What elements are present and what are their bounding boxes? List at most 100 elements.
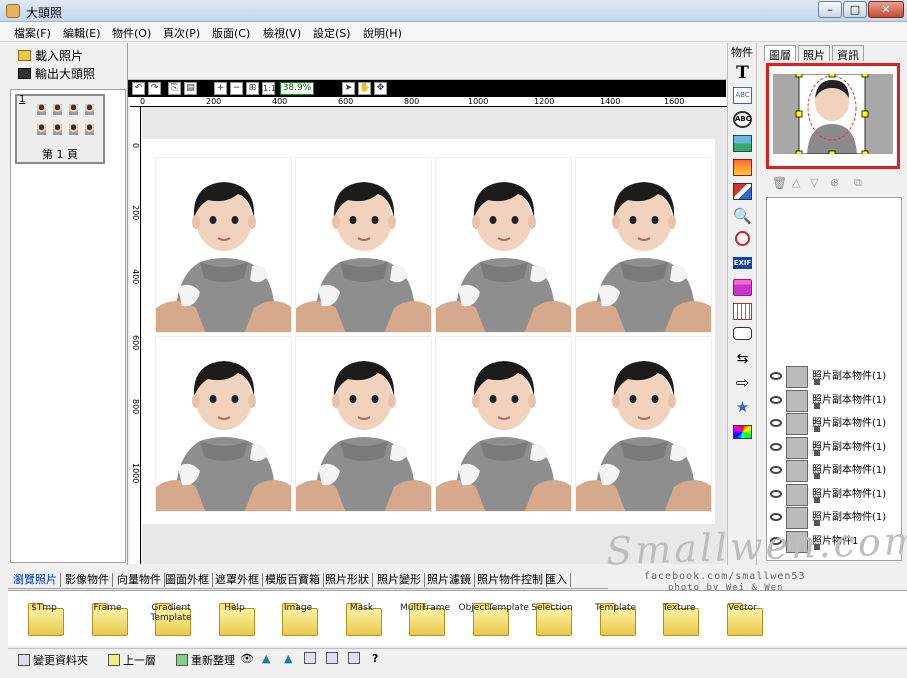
arrows-icon[interactable]: ⇆ (733, 351, 752, 368)
folder-item[interactable]: Mask (332, 594, 392, 644)
resource-tab[interactable]: 瀏覽照片 (10, 573, 61, 587)
resource-tab[interactable]: 向量物件 (114, 573, 165, 587)
zoom-level[interactable]: 38.9% (280, 82, 314, 95)
export-photo-button[interactable]: 輸出大頭照 (18, 65, 95, 82)
sunset-image-icon[interactable] (733, 159, 752, 176)
view-medium-icon[interactable] (326, 652, 341, 665)
paste-icon[interactable]: ▤ (184, 82, 197, 95)
fit-page-icon[interactable]: ⊞ (246, 82, 259, 95)
passport-photo[interactable] (435, 157, 572, 333)
lock-icon[interactable]: ⊕ (830, 176, 839, 189)
duplicate-icon[interactable]: ⧉ (854, 176, 862, 190)
resource-tab[interactable]: 照片變形 (374, 573, 425, 587)
tab-info[interactable]: 資訊 (832, 45, 864, 62)
layer-row[interactable]: 照片副本物件(1) (769, 483, 901, 506)
trash-icon[interactable]: 🗑 (772, 176, 787, 190)
visibility-eye-icon[interactable] (770, 466, 782, 474)
resource-tab[interactable]: 模版百寶箱 (262, 573, 324, 587)
cake-icon[interactable] (733, 279, 752, 296)
menu-page[interactable]: 頁次(P) (163, 25, 200, 41)
visibility-eye-icon[interactable] (770, 513, 782, 521)
folder-item[interactable]: $Tmp (14, 594, 74, 644)
preview-toggle-icon[interactable]: 👁 (240, 652, 254, 665)
tab-layers[interactable]: 圖層 (764, 45, 796, 62)
passport-photo[interactable] (155, 157, 292, 333)
resource-tab[interactable]: 影像物件 (62, 573, 113, 587)
passport-photo[interactable] (295, 157, 432, 333)
tab-photo[interactable]: 照片 (798, 45, 830, 62)
folder-item[interactable]: MultiFrame (395, 594, 455, 644)
passport-photo[interactable] (295, 336, 432, 512)
up-level-button[interactable]: 上一層 (108, 652, 156, 668)
folder-item[interactable]: Vector (713, 594, 773, 644)
calendar-icon[interactable] (733, 303, 752, 320)
view-small-icon[interactable] (348, 652, 363, 665)
exif-icon[interactable]: EXIF (733, 257, 752, 269)
magnifier-icon[interactable]: 🔍 (733, 207, 752, 225)
close-button[interactable]: ✕ (868, 1, 904, 18)
redo-icon[interactable]: ↷ (148, 82, 161, 95)
menu-settings[interactable]: 設定(S) (313, 25, 351, 41)
visibility-eye-icon[interactable] (770, 419, 782, 427)
folder-item[interactable]: Help (205, 594, 265, 644)
color-grid-icon[interactable] (733, 425, 752, 439)
help-button[interactable]: ? (372, 652, 378, 665)
menu-view[interactable]: 檢視(V) (263, 25, 301, 41)
lock-icon[interactable] (814, 449, 820, 456)
sort-name-icon[interactable]: ▲ (262, 652, 270, 665)
lock-icon[interactable] (814, 426, 820, 432)
folder-item[interactable]: Texture (649, 594, 709, 644)
actual-size-icon[interactable]: 1:1 (262, 82, 276, 95)
resource-tab[interactable]: 照片濾鏡 (424, 573, 475, 587)
refresh-button[interactable]: 重新整理 (176, 652, 235, 668)
folder-item[interactable]: Gradient Template (141, 594, 201, 644)
folder-item[interactable]: Template (586, 594, 646, 644)
frames-icon[interactable] (733, 183, 752, 200)
sort-date-icon[interactable]: ▲ (284, 652, 292, 665)
move-up-icon[interactable]: △ (792, 176, 800, 189)
resource-tab[interactable]: 照片形狀 (322, 573, 373, 587)
hand-icon[interactable]: ✋ (358, 82, 371, 95)
menu-object[interactable]: 物件(O) (112, 25, 151, 41)
folder-item[interactable]: Selection (522, 594, 582, 644)
folder-item[interactable]: Image (268, 594, 328, 644)
clock-icon[interactable] (735, 231, 750, 246)
star-icon[interactable]: ★ (733, 399, 752, 416)
visibility-eye-icon[interactable] (770, 372, 782, 380)
speech-bubble-icon[interactable] (733, 327, 752, 340)
menu-file[interactable]: 檔案(F) (14, 25, 51, 41)
minimize-button[interactable]: – (818, 1, 842, 18)
abc-label-icon[interactable]: ABC (733, 87, 752, 104)
visibility-eye-icon[interactable] (770, 489, 782, 498)
landscape-image-icon[interactable] (733, 135, 752, 152)
folder-item[interactable]: Frame (78, 594, 138, 644)
copy-icon[interactable]: ⎘ (168, 82, 181, 95)
maximize-button[interactable]: □ (843, 1, 867, 18)
move-down-icon[interactable]: ▽ (810, 176, 818, 189)
view-large-icon[interactable] (304, 652, 319, 665)
resource-tab[interactable]: 匯入 (542, 573, 571, 587)
layer-row[interactable]: 照片副本物件(1) (769, 389, 901, 412)
resource-tab[interactable]: 照片物件控制 (474, 573, 547, 587)
resource-tab[interactable]: 遮罩外框 (212, 573, 263, 587)
lock-icon[interactable] (814, 496, 820, 503)
folder-item[interactable]: ObjectTemplate (459, 594, 529, 644)
menu-edit[interactable]: 編輯(E) (63, 25, 101, 41)
passport-photo[interactable] (435, 336, 572, 512)
layer-row[interactable]: 照片副本物件(1) (769, 460, 901, 482)
visibility-eye-icon[interactable] (770, 395, 782, 404)
visibility-eye-icon[interactable] (770, 442, 782, 451)
text-icon[interactable]: T (733, 63, 752, 83)
layer-row[interactable]: 照片副本物件(1) (769, 366, 901, 388)
menu-layout[interactable]: 版面(C) (212, 25, 250, 41)
load-photo-button[interactable]: 載入照片 (18, 47, 83, 64)
lock-icon[interactable] (814, 379, 820, 385)
change-folder-button[interactable]: 變更資料夾 (18, 652, 88, 668)
lock-icon[interactable] (814, 402, 820, 409)
layer-row[interactable]: 照片副本物件(1) (769, 413, 901, 435)
undo-icon[interactable]: ↶ (132, 82, 145, 95)
zoom-in-icon[interactable]: + (214, 82, 227, 95)
passport-photo[interactable] (575, 336, 712, 512)
menu-help[interactable]: 說明(H) (363, 25, 402, 41)
passport-photo[interactable] (155, 336, 292, 512)
